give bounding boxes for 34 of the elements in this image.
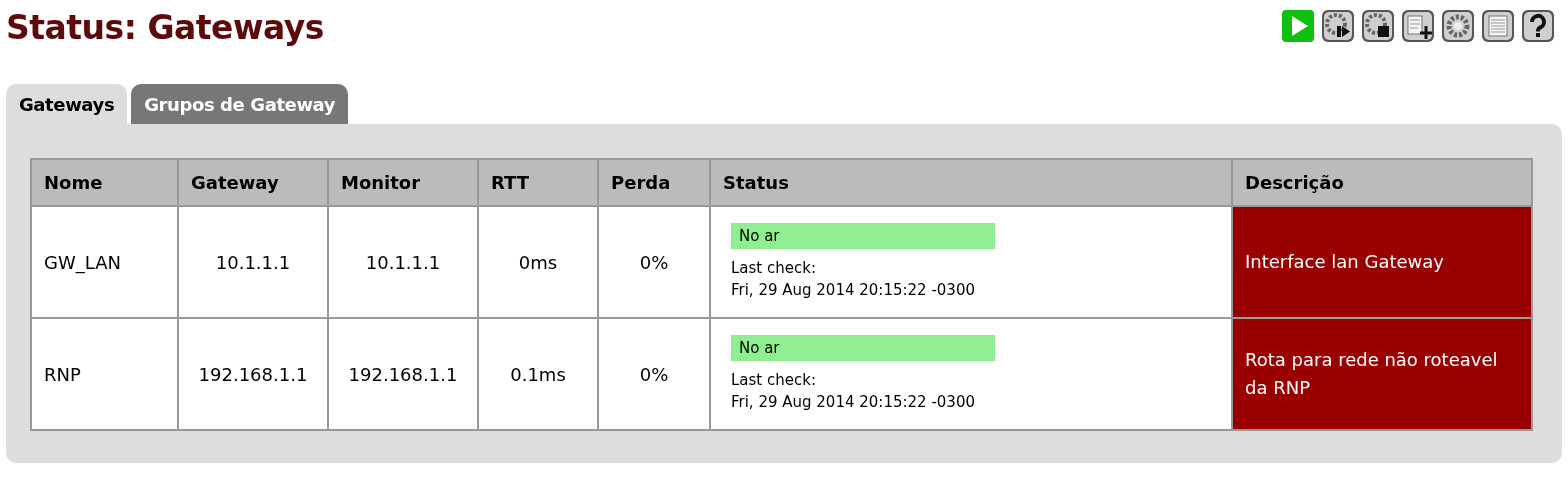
column-header: Gateway: [178, 159, 328, 206]
table-cell: 0%: [598, 318, 710, 430]
column-header: Monitor: [328, 159, 478, 206]
table-cell: 0%: [598, 206, 710, 318]
status-label: No ar: [731, 223, 995, 249]
column-header: RTT: [478, 159, 598, 206]
last-check-label: Last check:: [731, 370, 817, 391]
table-cell: GW_LAN: [31, 206, 178, 318]
last-check-label: Last check:: [731, 258, 817, 279]
description-cell: Rota para rede não roteavel da RNP: [1232, 318, 1532, 430]
tab[interactable]: Gateways: [6, 84, 128, 124]
last-check-time: Fri, 29 Aug 2014 20:15:22 -0300: [731, 280, 976, 301]
tab[interactable]: Grupos de Gateway: [131, 84, 349, 124]
gear-stop-icon[interactable]: [1361, 9, 1395, 43]
help-icon[interactable]: [1521, 9, 1555, 43]
gear-icon[interactable]: [1441, 9, 1475, 43]
list-icon[interactable]: [1481, 9, 1515, 43]
column-header: Perda: [598, 159, 710, 206]
description-cell: Interface lan Gateway: [1232, 206, 1532, 318]
column-header: Descrição: [1232, 159, 1532, 206]
gear-play-icon[interactable]: [1321, 9, 1355, 43]
table-cell: 10.1.1.1: [178, 206, 328, 318]
add-document-icon[interactable]: [1401, 9, 1435, 43]
table-cell: 0.1ms: [478, 318, 598, 430]
table-cell: 192.168.1.1: [178, 318, 328, 430]
status-label: No ar: [731, 335, 995, 361]
column-header: Status: [710, 159, 1232, 206]
table-cell: 10.1.1.1: [328, 206, 478, 318]
table-cell: 192.168.1.1: [328, 318, 478, 430]
table-cell: RNP: [31, 318, 178, 430]
column-header: Nome: [31, 159, 178, 206]
table-cell: 0ms: [478, 206, 598, 318]
last-check-time: Fri, 29 Aug 2014 20:15:22 -0300: [731, 392, 976, 413]
page-title: Status: Gateways: [6, 8, 324, 47]
